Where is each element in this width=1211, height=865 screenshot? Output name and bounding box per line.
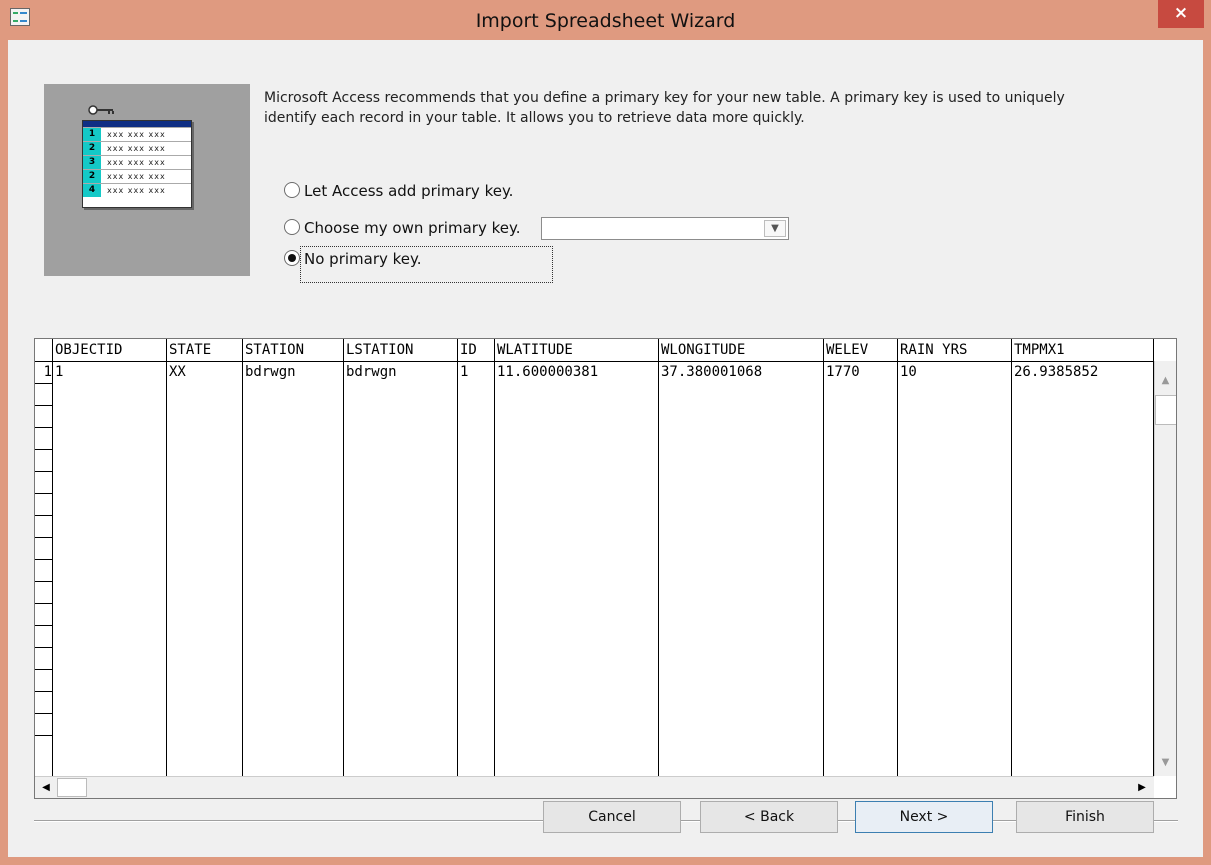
finish-button[interactable]: Finish [1016, 801, 1154, 833]
import-wizard-window: Import Spreadsheet Wizard × 1 xxx xxx xxx… [0, 0, 1211, 865]
radio-button[interactable] [284, 182, 300, 198]
option-label[interactable]: No primary key. [304, 250, 422, 268]
column-station[interactable]: STATION bdrwgn [243, 339, 344, 776]
grid-cell: 11.600000381 [497, 364, 599, 380]
row-selector-column: 1 [35, 339, 53, 776]
grid-cell: 1 [55, 364, 64, 380]
key-icon [88, 105, 114, 115]
grid-cell: bdrwgn [346, 364, 397, 380]
header-divider [35, 339, 1155, 362]
grid-cell: 1 [460, 364, 469, 380]
grid-cell: 10 [900, 364, 917, 380]
option-label[interactable]: Let Access add primary key. [304, 182, 513, 200]
column-id[interactable]: ID 1 [458, 339, 495, 776]
scroll-right-icon[interactable]: ▶ [1132, 777, 1152, 798]
grid-cell: 26.9385852 [1014, 364, 1099, 380]
option-label[interactable]: Choose my own primary key. [304, 219, 520, 237]
scroll-thumb[interactable] [57, 778, 87, 797]
illustration-row: 3 xxx xxx xxx [83, 155, 191, 169]
scroll-down-icon[interactable]: ▼ [1156, 753, 1175, 773]
column-wlongitude[interactable]: WLONGITUDE 37.380001068 [659, 339, 824, 776]
column-lstation[interactable]: LSTATION bdrwgn [344, 339, 458, 776]
close-button[interactable]: × [1158, 0, 1204, 28]
scroll-up-icon[interactable]: ▲ [1156, 371, 1175, 391]
title-bar: Import Spreadsheet Wizard × [0, 0, 1211, 40]
column-wlatitude[interactable]: WLATITUDE 11.600000381 [495, 339, 659, 776]
row-number[interactable]: 1 [35, 361, 52, 383]
illustration-row: 4 xxx xxx xxx [83, 183, 191, 197]
radio-button-selected[interactable] [284, 250, 300, 266]
back-button[interactable]: < Back [700, 801, 838, 833]
grid-cell: XX [169, 364, 186, 380]
illustration-row: 2 xxx xxx xxx [83, 141, 191, 155]
table-illustration: 1 xxx xxx xxx 2 xxx xxx xxx 3 xxx xxx xxx 2… [82, 120, 192, 208]
illustration-row: 2 xxx xxx xxx [83, 169, 191, 183]
column-rain-yrs[interactable]: RAIN YRS 10 [898, 339, 1012, 776]
column-welev[interactable]: WELEV 1770 [824, 339, 898, 776]
grid-cell: 1770 [826, 364, 860, 380]
scroll-left-icon[interactable]: ◀ [36, 777, 56, 798]
vertical-scrollbar[interactable]: ▲ ▼ [1154, 361, 1176, 776]
next-button[interactable]: Next > [855, 801, 993, 833]
scroll-thumb[interactable] [1155, 395, 1176, 425]
window-title: Import Spreadsheet Wizard [475, 10, 736, 32]
horizontal-scrollbar[interactable]: ◀ ▶ [35, 776, 1154, 798]
grid-cell: 37.380001068 [661, 364, 763, 380]
column-state[interactable]: STATE XX [167, 339, 243, 776]
cancel-button[interactable]: Cancel [543, 801, 681, 833]
chevron-down-icon[interactable]: ▼ [764, 220, 786, 237]
column-tmpmx1[interactable]: TMPMX1 26.9385852 [1012, 339, 1154, 776]
grid-cell: bdrwgn [245, 364, 296, 380]
primary-key-field-select[interactable]: ▼ [541, 217, 789, 240]
illustration-row: 1 xxx xxx xxx [83, 127, 191, 141]
intro-text: Microsoft Access recommends that you def… [264, 90, 1065, 126]
column-objectid[interactable]: OBJECTID 1 [53, 339, 167, 776]
data-preview-grid[interactable]: 1 OBJECTID 1 STATE XX STATION bdrwgn LST… [34, 338, 1177, 799]
wizard-body: 1 xxx xxx xxx 2 xxx xxx xxx 3 xxx xxx xxx 2… [8, 40, 1203, 857]
radio-button[interactable] [284, 219, 300, 235]
primary-key-illustration: 1 xxx xxx xxx 2 xxx xxx xxx 3 xxx xxx xxx 2… [44, 84, 250, 276]
